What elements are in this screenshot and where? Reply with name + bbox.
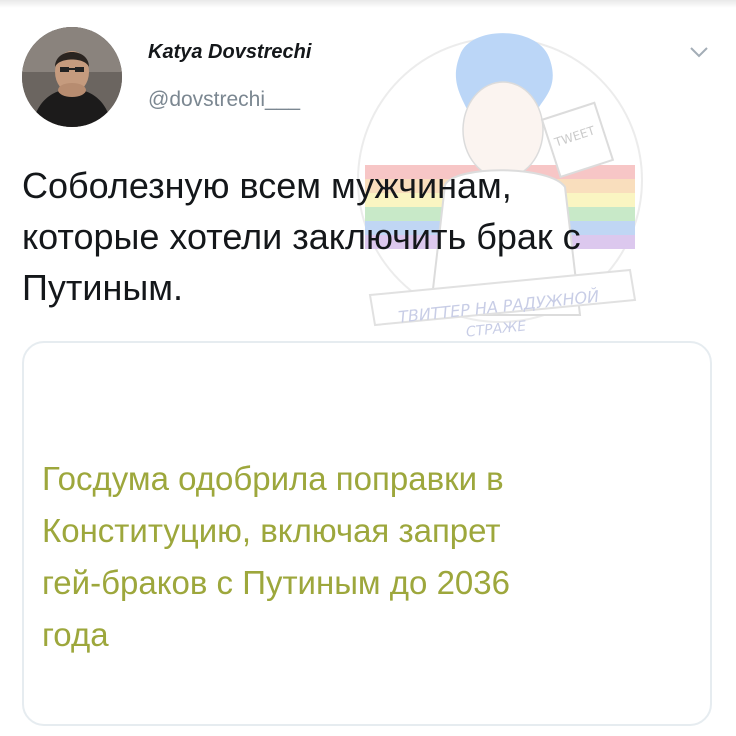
chevron-down-icon[interactable] — [688, 44, 710, 60]
tweet-text-line: которые хотели заключить брак с — [22, 216, 581, 257]
card-headline-line: гей-браков с Путиным до 2036 — [42, 564, 510, 601]
tweet-text-line: Соболезную всем мужчинам, — [22, 165, 512, 206]
card-headline-line: Госдума одобрила поправки в — [42, 460, 504, 497]
top-edge — [0, 0, 736, 8]
author-handle[interactable]: @dovstrechi___ — [148, 88, 300, 112]
watermark-banner-line2: СТРАЖЕ — [465, 318, 527, 340]
card-headline-line: Конституцию, включая запрет — [42, 512, 501, 549]
tweet-screenshot: TWEET ТВИТТЕР НА РАДУЖНОЙ СТРАЖЕ Katya D… — [0, 0, 736, 736]
author-name[interactable]: Katya Dovstrechi — [148, 41, 311, 64]
attached-image-card[interactable]: Госдума одобрила поправки в Конституцию,… — [22, 341, 712, 726]
tweet-text-line: Путиным. — [22, 267, 183, 308]
watermark-sign-text: TWEET — [552, 123, 598, 150]
tweet-text: Соболезную всем мужчинам, которые хотели… — [22, 160, 712, 313]
avatar[interactable] — [22, 27, 122, 127]
card-headline-line: года — [42, 616, 109, 653]
card-headline: Госдума одобрила поправки в Конституцию,… — [42, 453, 702, 661]
